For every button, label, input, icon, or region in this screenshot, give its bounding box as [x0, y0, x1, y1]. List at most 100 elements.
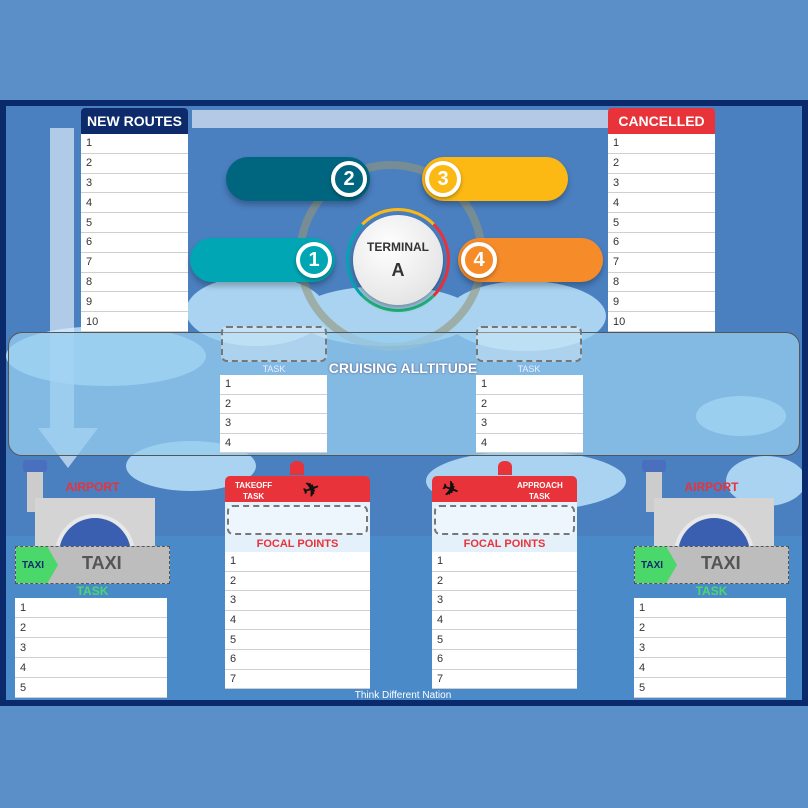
taxi-strip: TAXI TAXI — [634, 546, 789, 584]
list-row[interactable]: 4 — [15, 658, 167, 678]
approach-list: 1234567 — [432, 552, 577, 690]
list-row[interactable]: 9 — [608, 292, 715, 313]
list-row[interactable]: 3 — [432, 591, 577, 611]
list-row[interactable]: 7 — [225, 670, 370, 690]
airport-task-list: 12345 — [634, 598, 786, 698]
list-row[interactable]: 3 — [220, 414, 327, 434]
list-row[interactable]: 1 — [15, 598, 167, 618]
left-task-label: TASK — [262, 364, 286, 374]
list-row[interactable]: 2 — [476, 395, 583, 414]
terminal-hub[interactable]: TERMINAL A — [346, 208, 450, 312]
list-row[interactable]: 2 — [15, 618, 167, 638]
beacon-icon — [290, 461, 304, 475]
list-row[interactable]: 8 — [81, 273, 188, 293]
takeoff-line1: TAKEOFF — [235, 481, 273, 490]
takeoff-panel: TAKEOFF TASK ✈ FOCAL POINTS 1234567 — [225, 476, 370, 690]
control-tower-icon — [642, 460, 666, 472]
airport-sign: AIRPORT — [65, 480, 120, 494]
terminal-label: TERMINAL — [367, 239, 429, 254]
list-row[interactable]: 1 — [220, 375, 327, 395]
taxi-tag: TAXI — [16, 547, 58, 583]
list-row[interactable]: 1 — [634, 598, 786, 618]
right-task-list: 1234 — [476, 375, 583, 453]
list-row[interactable]: 3 — [634, 638, 786, 658]
list-row[interactable]: 2 — [608, 154, 715, 174]
list-row[interactable]: 1 — [81, 134, 188, 154]
cancelled-header: CANCELLED — [608, 108, 715, 134]
list-row[interactable]: 7 — [432, 670, 577, 690]
list-row[interactable]: 3 — [225, 591, 370, 611]
beacon-icon — [498, 461, 512, 475]
airport-sign: AIRPORT — [684, 480, 739, 494]
list-row[interactable]: 4 — [432, 611, 577, 631]
list-row[interactable]: 4 — [608, 193, 715, 214]
right-task-input[interactable] — [476, 326, 582, 362]
left-task-list: 1234 — [220, 375, 327, 453]
list-row[interactable]: 2 — [432, 572, 577, 592]
approach-line1: APPROACH — [517, 481, 563, 490]
list-row[interactable]: 2 — [220, 395, 327, 414]
step-2-badge: 2 — [331, 161, 367, 197]
list-row[interactable]: 3 — [608, 174, 715, 194]
takeoff-input[interactable] — [227, 505, 368, 535]
list-row[interactable]: 5 — [81, 213, 188, 233]
step-1-badge: 1 — [296, 242, 332, 278]
list-row[interactable]: 4 — [220, 434, 327, 453]
list-row[interactable]: 9 — [81, 292, 188, 313]
step-4-badge: 4 — [461, 242, 497, 278]
taxi-label: TAXI — [82, 553, 122, 573]
approach-line2: TASK — [529, 492, 551, 501]
list-row[interactable]: 5 — [608, 213, 715, 233]
list-row[interactable]: 4 — [225, 611, 370, 631]
list-row[interactable]: 1 — [608, 134, 715, 154]
list-row[interactable]: 1 — [476, 375, 583, 395]
takeoff-header: TAKEOFF TASK ✈ — [225, 476, 370, 504]
step-3-badge: 3 — [425, 161, 461, 197]
list-row[interactable]: 3 — [476, 414, 583, 434]
airplane-landing-icon: ✈ — [438, 476, 462, 504]
list-row[interactable]: 3 — [81, 174, 188, 194]
airport-building: AIRPORT TAXI TAXI — [15, 458, 170, 584]
approach-focal-label: FOCAL POINTS — [432, 538, 577, 552]
approach-header: ✈ APPROACH TASK — [432, 476, 577, 504]
list-row[interactable]: 10 — [608, 312, 715, 332]
list-row[interactable]: 7 — [81, 253, 188, 273]
list-row[interactable]: 3 — [15, 638, 167, 658]
list-row[interactable]: 2 — [225, 572, 370, 592]
airport-task-list: 12345 — [15, 598, 167, 698]
takeoff-line2: TASK — [243, 492, 265, 501]
taxi-strip: TAXI TAXI — [15, 546, 170, 584]
terminal-letter: A — [391, 259, 405, 280]
airport-task-label: TASK — [695, 584, 728, 598]
cruising-title: CRUISING ALLTITUDE — [328, 360, 478, 376]
list-row[interactable]: 6 — [608, 233, 715, 253]
list-row[interactable]: 5 — [432, 630, 577, 650]
airplane-takeoff-icon: ✈ — [299, 476, 324, 504]
list-row[interactable]: 4 — [81, 193, 188, 214]
new-routes-header: NEW ROUTES — [81, 108, 188, 134]
right-task-label: TASK — [517, 364, 541, 374]
list-row[interactable]: 5 — [225, 630, 370, 650]
list-row[interactable]: 6 — [432, 650, 577, 670]
list-row[interactable]: 6 — [81, 233, 188, 253]
board: NEW ROUTES 1 2 3 4 5 6 7 8 9 10 CANCELLED 1234567… — [0, 100, 808, 706]
left-task-input[interactable] — [221, 326, 327, 362]
taxi-tag: TAXI — [635, 547, 677, 583]
new-routes-list: 1 2 3 4 5 6 7 8 9 10 — [81, 134, 188, 332]
list-row[interactable]: 4 — [476, 434, 583, 453]
list-row[interactable]: 2 — [634, 618, 786, 638]
list-row[interactable]: 10 — [81, 312, 188, 332]
airport-building: AIRPORT TAXI TAXI — [634, 458, 789, 584]
control-tower-icon — [23, 460, 47, 472]
list-row[interactable]: 1 — [225, 552, 370, 572]
list-row[interactable]: 2 — [81, 154, 188, 174]
approach-input[interactable] — [434, 505, 575, 535]
takeoff-focal-label: FOCAL POINTS — [225, 538, 370, 552]
list-row[interactable]: 6 — [225, 650, 370, 670]
list-row[interactable]: 7 — [608, 253, 715, 273]
airport-left: AIRPORT TAXI TAXI TASK 12345 — [15, 458, 170, 698]
list-row[interactable]: 4 — [634, 658, 786, 678]
list-row[interactable]: 1 — [432, 552, 577, 572]
list-row[interactable]: 8 — [608, 273, 715, 293]
footer-credit: Think Different Nation — [354, 690, 452, 701]
